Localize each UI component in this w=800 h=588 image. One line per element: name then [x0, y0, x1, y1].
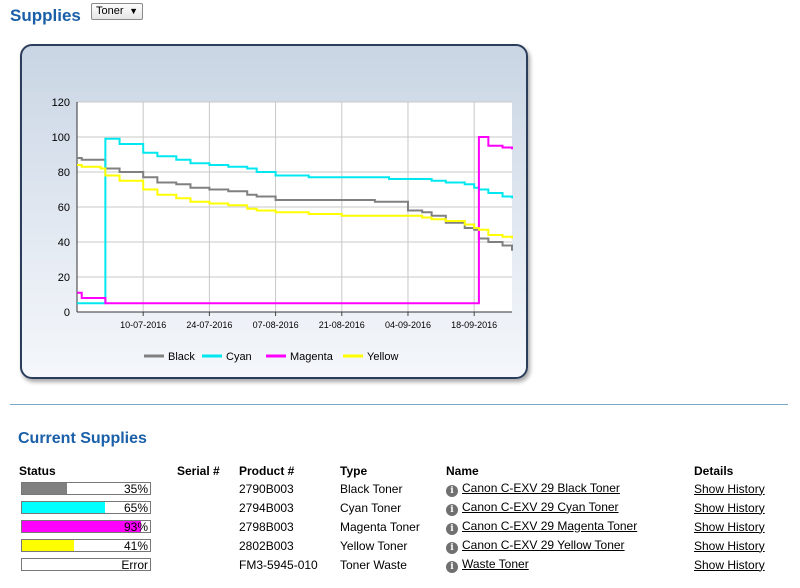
details-cell: Show History	[694, 517, 774, 536]
legend-label: Cyan	[226, 351, 252, 363]
serial-cell	[177, 479, 239, 498]
y-tick-label: 40	[58, 237, 70, 249]
name-cell: i Canon C-EXV 29 Magenta Toner	[446, 517, 694, 536]
type-cell: Yellow Toner	[340, 538, 408, 553]
x-tick-label: 10-07-2016	[120, 320, 166, 330]
table-row: 35% 2790B003 Black Toner i Canon C-EXV 29 Bl…	[19, 479, 774, 498]
serial-cell	[177, 536, 239, 555]
supply-name-link[interactable]: Waste Toner	[462, 557, 529, 571]
chart-svg: 0 20 40 60 80 100 120 10-07-2016 24-07-2016 07-08…	[52, 97, 513, 363]
column-type: Type	[340, 464, 368, 478]
y-tick-label: 100	[52, 132, 70, 144]
details-cell: Show History	[694, 536, 774, 555]
legend-label: Magenta	[290, 351, 334, 363]
serial-cell	[177, 555, 239, 574]
details-cell: Show History	[694, 479, 774, 498]
info-icon[interactable]: i	[446, 484, 458, 497]
status-cell: 93%	[19, 517, 177, 536]
details-cell: Show History	[694, 555, 774, 574]
name-cell: i Canon C-EXV 29 Yellow Toner	[446, 536, 694, 555]
supply-name-link[interactable]: Canon C-EXV 29 Black Toner	[462, 481, 620, 495]
y-tick-label: 120	[52, 97, 70, 109]
info-icon[interactable]: i	[446, 541, 458, 554]
column-serial: Serial #	[177, 464, 220, 478]
level-percent: Error	[121, 558, 148, 572]
table-header-row: Status Serial # Product # Type Name Deta…	[19, 463, 774, 479]
supply-type-select[interactable]: Toner ▼	[91, 3, 143, 20]
x-tick-label: 18-09-2016	[451, 320, 497, 330]
chevron-down-icon: ▼	[129, 6, 138, 16]
name-cell: i Waste Toner	[446, 555, 694, 574]
level-fill	[22, 540, 75, 551]
select-value: Toner	[96, 5, 124, 17]
level-bar: Error	[21, 558, 151, 572]
x-tick-label: 04-09-2016	[385, 320, 431, 330]
name-cell: i Canon C-EXV 29 Black Toner	[446, 479, 694, 498]
serial-cell	[177, 517, 239, 536]
legend-label: Yellow	[367, 351, 398, 363]
supplies-table: Status Serial # Product # Type Name Deta…	[19, 463, 774, 574]
column-status: Status	[19, 464, 56, 478]
status-cell: 35%	[19, 479, 177, 498]
status-cell: 65%	[19, 498, 177, 517]
table-row: 41% 2802B003 Yellow Toner i Canon C-EXV 29 Y…	[19, 536, 774, 555]
y-tick-label: 20	[58, 272, 70, 284]
x-tick-label: 07-08-2016	[253, 320, 299, 330]
status-cell: Error	[19, 555, 177, 574]
y-tick-label: 60	[58, 202, 70, 214]
product-cell: 2794B003	[239, 500, 294, 515]
product-cell: 2802B003	[239, 538, 294, 553]
type-cell: Magenta Toner	[340, 519, 420, 534]
level-bar: 65%	[21, 501, 151, 515]
show-history-link[interactable]: Show History	[694, 482, 765, 496]
product-cell: 2790B003	[239, 481, 294, 496]
level-bar: 41%	[21, 539, 151, 553]
level-percent: 41%	[123, 539, 148, 553]
current-supplies-title: Current Supplies	[18, 430, 147, 447]
table-row: 93% 2798B003 Magenta Toner i Canon C-EXV 29 …	[19, 517, 774, 536]
info-icon[interactable]: i	[446, 522, 458, 535]
level-percent: 35%	[123, 482, 148, 496]
type-cell: Cyan Toner	[340, 500, 402, 515]
level-fill	[22, 483, 67, 494]
serial-cell	[177, 498, 239, 517]
product-cell: FM3-5945-010	[239, 557, 318, 572]
level-fill	[22, 502, 106, 513]
info-icon[interactable]: i	[446, 560, 458, 573]
divider	[10, 404, 788, 405]
type-cell: Toner Waste	[340, 557, 407, 572]
type-cell: Black Toner	[340, 481, 403, 496]
level-percent: 93%	[123, 520, 148, 534]
column-product: Product #	[239, 464, 295, 478]
name-cell: i Canon C-EXV 29 Cyan Toner	[446, 498, 694, 517]
column-name: Name	[446, 464, 479, 478]
page-title: Supplies	[10, 6, 81, 25]
supply-name-link[interactable]: Canon C-EXV 29 Yellow Toner	[462, 538, 625, 552]
level-bar: 35%	[21, 482, 151, 496]
supply-name-link[interactable]: Canon C-EXV 29 Magenta Toner	[462, 519, 637, 533]
x-tick-label: 24-07-2016	[186, 320, 232, 330]
supplies-chart: 0 20 40 60 80 100 120 10-07-2016 24-07-2016 07-08…	[20, 44, 528, 379]
level-bar: 93%	[21, 520, 151, 534]
level-percent: 65%	[123, 501, 148, 515]
table-row: Error FM3-5945-010 Toner Waste i Waste Toner…	[19, 555, 774, 574]
supply-name-link[interactable]: Canon C-EXV 29 Cyan Toner	[462, 500, 619, 514]
show-history-link[interactable]: Show History	[694, 558, 765, 572]
status-cell: 41%	[19, 536, 177, 555]
show-history-link[interactable]: Show History	[694, 501, 765, 515]
show-history-link[interactable]: Show History	[694, 520, 765, 534]
x-tick-label: 21-08-2016	[319, 320, 365, 330]
info-icon[interactable]: i	[446, 503, 458, 516]
y-tick-label: 0	[64, 307, 70, 319]
column-details: Details	[694, 464, 734, 478]
details-cell: Show History	[694, 498, 774, 517]
legend-label: Black	[168, 351, 195, 363]
product-cell: 2798B003	[239, 519, 294, 534]
show-history-link[interactable]: Show History	[694, 539, 765, 553]
table-row: 65% 2794B003 Cyan Toner i Canon C-EXV 29 Cya…	[19, 498, 774, 517]
y-tick-label: 80	[58, 167, 70, 179]
